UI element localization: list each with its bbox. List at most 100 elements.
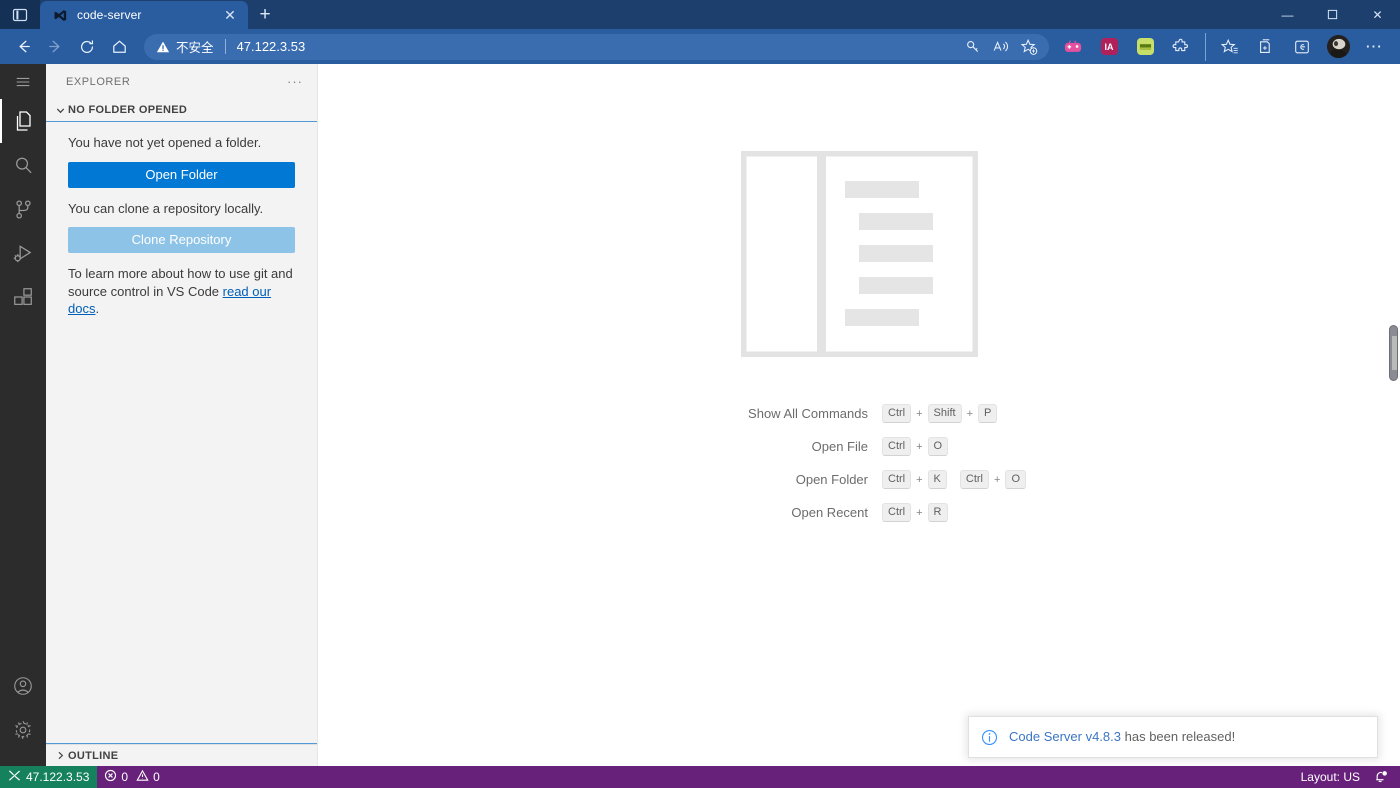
editor-area: Show All Commands Ctrl + Shift + P Open … [318, 64, 1400, 766]
info-icon [981, 729, 1001, 746]
collections-icon[interactable] [1252, 33, 1280, 61]
activity-bar [0, 64, 46, 766]
back-button[interactable] [8, 33, 38, 61]
outline-title: OUTLINE [68, 749, 119, 762]
reload-button[interactable] [72, 33, 102, 61]
read-aloud-icon[interactable] [987, 35, 1015, 59]
remote-host-label: 47.122.3.53 [26, 770, 90, 784]
vscode-body: EXPLORER ··· NO FOLDER OPENED You have n… [0, 64, 1400, 766]
sidebar-item-explorer[interactable] [0, 99, 46, 143]
learn-more-message: To learn more about how to use git and s… [68, 265, 295, 318]
key-cap: Ctrl [882, 503, 912, 522]
warning-count: 0 [153, 770, 160, 784]
code-server-logo-icon [52, 7, 68, 23]
browser-tab[interactable]: code-server ✕ [40, 1, 248, 29]
window-maximize-button[interactable] [1310, 0, 1355, 29]
error-count: 0 [121, 770, 129, 784]
forward-button[interactable] [40, 33, 70, 61]
sidebar-title-bar: EXPLORER ··· [46, 64, 317, 99]
shortcut-label: Open File [811, 439, 868, 454]
notification-highlight: Code Server v4.8.3 [1009, 729, 1122, 744]
shortcut-row: Open File Ctrl + O [692, 430, 1026, 463]
address-bar[interactable]: 不安全 47.122.3.53 [144, 33, 1049, 60]
tab-close-icon[interactable]: ✕ [220, 5, 240, 25]
game-extension-icon[interactable] [1059, 33, 1087, 61]
status-problems[interactable]: 0 0 [97, 766, 166, 788]
window-close-button[interactable]: ✕ [1355, 0, 1400, 29]
shortcut-keys: Ctrl + K Ctrl + O [882, 470, 1026, 489]
notifications-bell-dot-icon[interactable] [1367, 766, 1400, 788]
status-keyboard-layout[interactable]: Layout: US [1294, 766, 1367, 788]
url-text: 47.122.3.53 [236, 39, 306, 54]
window-minimize-button[interactable]: — [1265, 0, 1310, 29]
shortcut-row: Show All Commands Ctrl + Shift + P [692, 397, 1026, 430]
green-note-extension-icon[interactable] [1131, 33, 1159, 61]
key-plus: + [966, 407, 973, 420]
key-icon[interactable] [959, 35, 987, 59]
page-scrollbar-thumb[interactable] [1389, 325, 1398, 381]
key-plus: + [916, 473, 923, 486]
key-cap: Ctrl [882, 470, 912, 489]
puzzle-extension-icon[interactable] [1167, 33, 1195, 61]
clone-repository-button[interactable]: Clone Repository [68, 227, 295, 254]
browser-essentials-icon[interactable] [1288, 33, 1316, 61]
letterpress-placeholder-image [737, 147, 981, 362]
favorites-icon[interactable] [1216, 33, 1244, 61]
browser-window: code-server ✕ + — ✕ 不安全 47.122.3.53 IA ⋯… [0, 0, 1400, 788]
vscode-workbench: EXPLORER ··· NO FOLDER OPENED You have n… [0, 64, 1400, 788]
page-title: EXPLORER [66, 75, 131, 88]
new-tab-button[interactable]: + [250, 0, 280, 28]
section-header-no-folder[interactable]: NO FOLDER OPENED [46, 99, 317, 121]
add-favorite-icon[interactable] [1015, 35, 1043, 59]
sidebar-item-source-control[interactable] [0, 187, 46, 231]
shortcut-keys: Ctrl + O [882, 437, 949, 456]
manage-settings-icon[interactable] [0, 708, 46, 752]
home-button[interactable] [104, 33, 134, 61]
editor-shortcuts-list: Show All Commands Ctrl + Shift + P Open … [692, 397, 1026, 529]
sidebar-item-search[interactable] [0, 143, 46, 187]
status-remote-indicator[interactable]: 47.122.3.53 [0, 766, 98, 788]
window-controls: — ✕ [1265, 0, 1400, 29]
key-plus: + [916, 506, 923, 519]
open-folder-button[interactable]: Open Folder [68, 161, 295, 188]
browser-tab-strip: code-server ✕ + — ✕ [0, 0, 1400, 29]
no-folder-message: You have not yet opened a folder. [68, 135, 262, 150]
security-warning[interactable]: 不安全 [156, 37, 214, 56]
toolbar-separator [1205, 32, 1206, 61]
key-cap: K [927, 470, 947, 489]
menu-icon[interactable] [0, 64, 46, 99]
explorer-sidebar: EXPLORER ··· NO FOLDER OPENED You have n… [46, 64, 318, 766]
notification-message: Code Server v4.8.3 has been released! [1009, 728, 1235, 746]
accounts-icon[interactable] [0, 664, 46, 708]
notification-toast[interactable]: Code Server v4.8.3 has been released! [968, 716, 1378, 758]
key-cap: R [927, 503, 948, 522]
avatar [1326, 35, 1350, 58]
browser-tab-title: code-server [77, 8, 142, 22]
profile-avatar[interactable] [1324, 33, 1352, 61]
shortcut-label: Open Recent [791, 505, 868, 520]
section-title: NO FOLDER OPENED [68, 104, 188, 116]
shortcut-keys: Ctrl + Shift + P [882, 404, 998, 423]
notification-suffix: has been released! [1121, 729, 1236, 744]
status-bar: 47.122.3.53 0 0 Layout: US [0, 766, 1400, 788]
no-folder-opened-body: You have not yet opened a folder. Open F… [46, 121, 317, 744]
shortcut-row: Open Recent Ctrl + R [692, 496, 1026, 529]
section-header-outline[interactable]: OUTLINE [46, 744, 317, 766]
omnibox-actions [959, 35, 1043, 59]
sidebar-more-actions-button[interactable]: ··· [281, 71, 309, 93]
tab-search-icon [12, 7, 28, 23]
chevron-down-icon [52, 102, 68, 118]
tab-actions-button[interactable] [0, 0, 40, 29]
key-cap: P [978, 404, 998, 423]
sidebar-item-extensions[interactable] [0, 275, 46, 319]
security-warning-label: 不安全 [176, 41, 214, 55]
sidebar-item-run-debug[interactable] [0, 231, 46, 275]
warning-icon [136, 769, 149, 785]
key-cap: Ctrl [959, 470, 989, 489]
browser-navigation-bar: 不安全 47.122.3.53 IA ⋯ [0, 29, 1400, 64]
learn-more-suffix: . [95, 301, 100, 317]
key-cap: O [927, 437, 949, 456]
browser-more-button[interactable]: ⋯ [1360, 33, 1388, 61]
internet-archive-extension-icon[interactable]: IA [1095, 33, 1123, 61]
key-cap: Ctrl [882, 437, 912, 456]
